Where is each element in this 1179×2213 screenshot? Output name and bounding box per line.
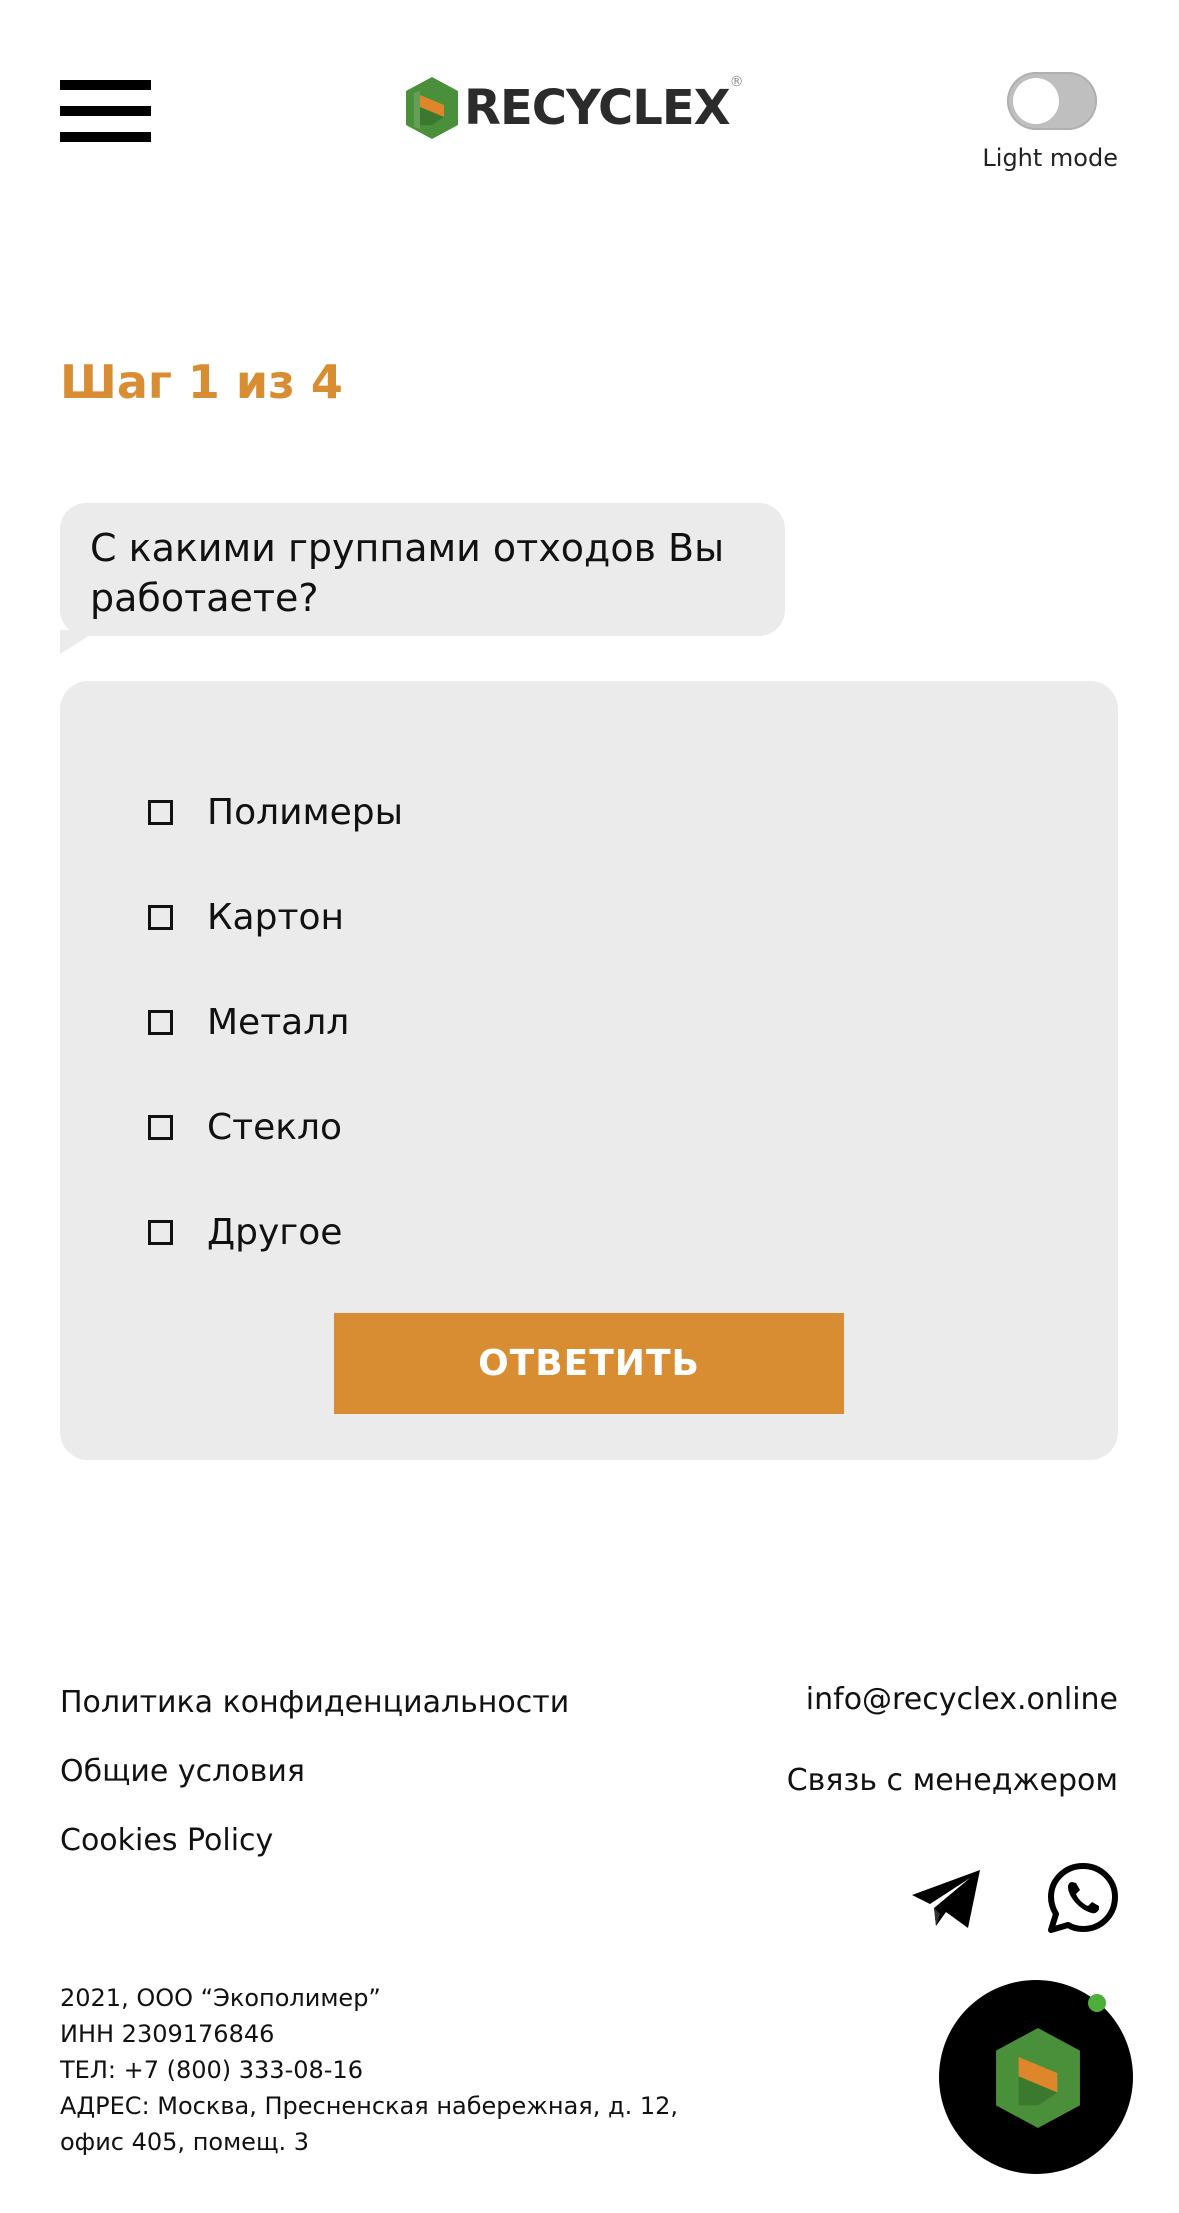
question-text: С какими группами отходов Вы работаете? [90, 526, 725, 620]
checkbox[interactable] [148, 904, 173, 930]
legal-line: ИНН 2309176846 [60, 2020, 275, 2048]
legal-line: ТЕЛ: +7 (800) 333-08-16 [60, 2056, 363, 2084]
option-metal[interactable]: Металл [148, 997, 349, 1047]
option-label: Полимеры [207, 791, 404, 833]
option-other[interactable]: Другое [148, 1207, 342, 1257]
registered-mark: ® [729, 74, 744, 90]
theme-toggle[interactable] [1007, 72, 1097, 130]
answer-button[interactable]: ОТВЕТИТЬ [334, 1313, 844, 1414]
checkbox[interactable] [148, 1009, 173, 1035]
email-link[interactable]: info@recyclex.online [806, 1682, 1118, 1717]
question-bubble: С какими группами отходов Вы работаете? [60, 503, 785, 636]
recyclex-logo-icon [406, 77, 458, 139]
toggle-knob [1013, 78, 1059, 124]
bubble-tail [60, 630, 98, 654]
cookies-policy-link[interactable]: Cookies Policy [60, 1823, 273, 1858]
menu-icon[interactable] [60, 80, 151, 142]
options-panel: Полимеры Картон Металл Стекло Другое ОТВ… [60, 681, 1118, 1460]
legal-line: офис 405, помещ. 3 [60, 2128, 310, 2156]
option-label: Стекло [207, 1106, 343, 1148]
option-label: Другое [207, 1211, 343, 1253]
recyclex-logo-icon [996, 2028, 1080, 2128]
option-label: Картон [207, 896, 345, 938]
privacy-policy-link[interactable]: Политика конфиденциальности [60, 1685, 569, 1720]
option-glass[interactable]: Стекло [148, 1102, 342, 1152]
terms-link[interactable]: Общие условия [60, 1754, 305, 1789]
checkbox[interactable] [148, 1114, 173, 1140]
legal-line: АДРЕС: Москва, Пресненская набережная, д… [60, 2092, 679, 2120]
step-indicator: Шаг 1 из 4 [60, 355, 343, 409]
checkbox[interactable] [148, 799, 173, 825]
legal-line: 2021, ООО “Экополимер” [60, 1984, 381, 2012]
chat-widget-button[interactable] [939, 1980, 1133, 2174]
online-status-dot [1088, 1994, 1106, 2012]
checkbox[interactable] [148, 1219, 173, 1245]
option-label: Металл [207, 1001, 350, 1043]
option-cardboard[interactable]: Картон [148, 892, 344, 942]
option-polymers[interactable]: Полимеры [148, 787, 403, 837]
logo-text: RECYCLEX [464, 80, 731, 136]
logo[interactable]: RECYCLEX ® [406, 74, 744, 140]
whatsapp-icon[interactable] [1047, 1862, 1119, 1934]
telegram-icon[interactable] [910, 1868, 982, 1930]
theme-label: Light mode [982, 144, 1118, 172]
contact-manager-link[interactable]: Связь с менеджером [787, 1763, 1118, 1798]
legal-info: 2021, ООО “Экополимер” ИНН 2309176846 ТЕ… [60, 1980, 678, 2160]
